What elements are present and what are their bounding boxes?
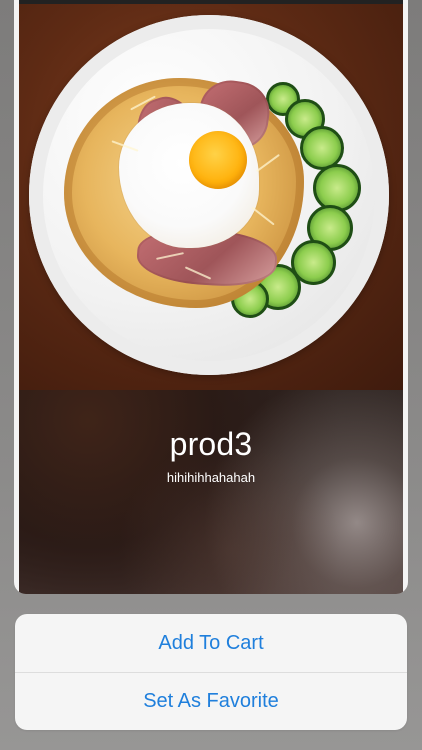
product-title: prod3 [169,426,253,462]
image-top-edge [19,0,403,4]
add-to-cart-button[interactable]: Add To Cart [15,614,407,672]
egg-yolk [189,131,247,189]
product-subtitle: hihihihhahahah [166,470,256,485]
product-card: prod3 hihihihhahahah [14,0,408,594]
product-image [19,0,403,390]
action-sheet: Add To Cart Set As Favorite [15,614,407,730]
cucumber-slice [313,164,361,212]
product-info-panel: prod3 hihihihhahahah [19,390,403,594]
set-as-favorite-button[interactable]: Set As Favorite [15,672,407,730]
